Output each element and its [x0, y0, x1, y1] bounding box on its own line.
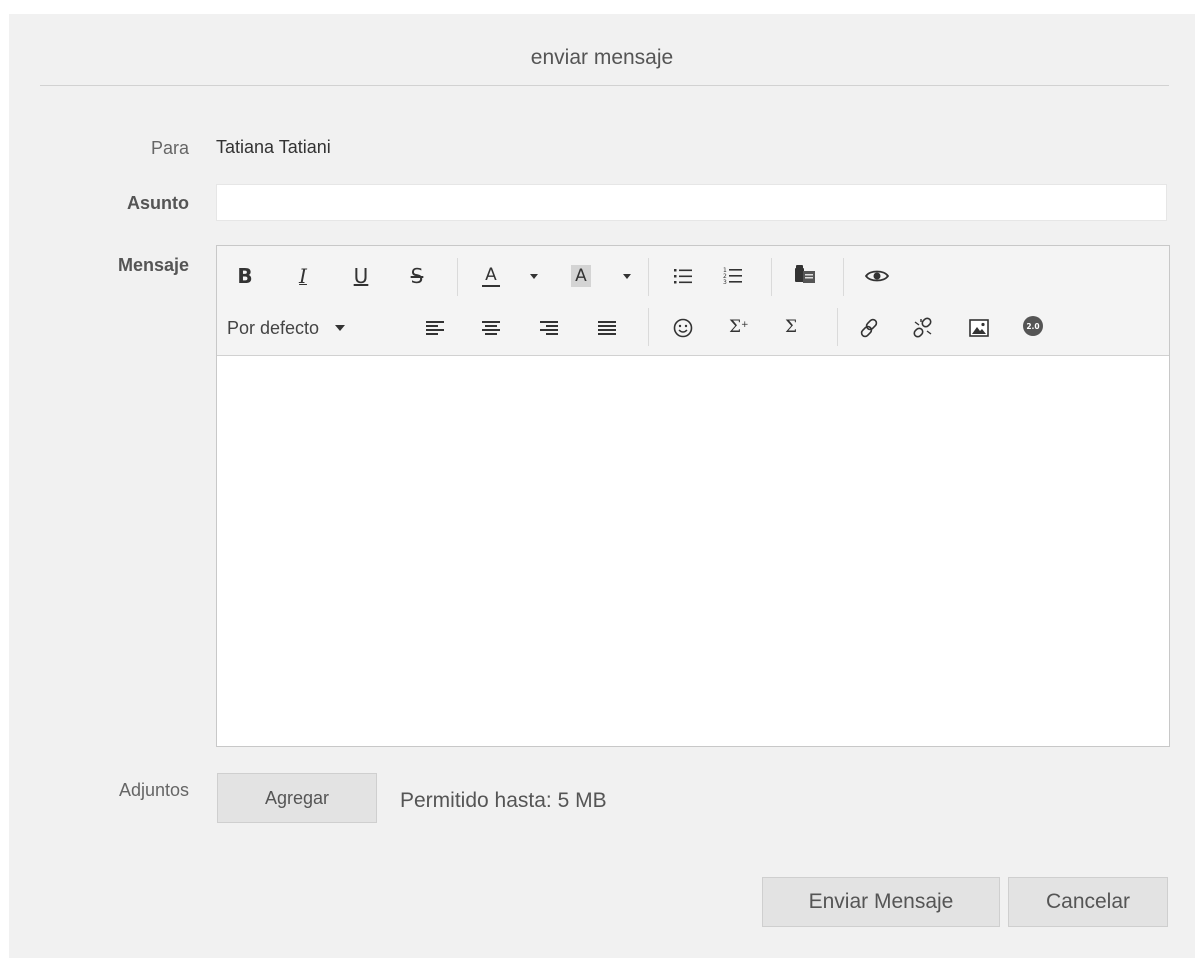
unlink-button[interactable] — [907, 312, 939, 344]
font-size-value: Por defecto — [227, 317, 320, 338]
align-center-icon — [482, 321, 500, 335]
align-right-button[interactable] — [533, 312, 565, 344]
web20-button[interactable]: 2.0 — [1017, 310, 1049, 342]
numbered-list-icon: 1 2 3 — [723, 267, 742, 286]
toolbar-separator — [648, 308, 649, 346]
emoji-icon — [673, 318, 693, 338]
image-button[interactable] — [963, 312, 995, 344]
text-color-dropdown-icon[interactable] — [530, 274, 538, 279]
svg-text:+: + — [741, 320, 749, 330]
font-size-dropdown[interactable]: Por defecto — [227, 314, 387, 342]
align-left-icon — [426, 321, 444, 335]
toolbar-separator — [648, 258, 649, 296]
svg-text:Σ: Σ — [785, 317, 797, 336]
underline-icon: U — [353, 264, 369, 288]
preview-button[interactable] — [861, 260, 893, 292]
toolbar-separator — [457, 258, 458, 296]
send-message-button[interactable]: Enviar Mensaje — [762, 877, 1000, 927]
message-label: Mensaje — [117, 255, 189, 275]
link-button[interactable] — [853, 312, 885, 344]
message-body-editor[interactable] — [217, 356, 1169, 746]
justify-button[interactable] — [591, 312, 623, 344]
italic-button[interactable]: I — [287, 260, 319, 292]
attachment-size-limit: Permitido hasta: 5 MB — [400, 789, 607, 812]
editor-toolbar: B I U S A A 1 2 3 Por defecto Σ + Σ 2.0 — [217, 246, 1169, 356]
bulleted-list-icon — [674, 269, 692, 284]
bold-button[interactable]: B — [229, 260, 261, 292]
text-color-button[interactable]: A — [475, 260, 507, 292]
background-color-icon: A — [571, 265, 591, 287]
cancel-button[interactable]: Cancelar — [1008, 877, 1168, 927]
send-message-dialog: enviar mensaje Para Tatiana Tatiani Asun… — [9, 14, 1195, 958]
rich-text-editor: B I U S A A 1 2 3 Por defecto Σ + Σ 2.0 — [216, 245, 1170, 747]
background-color-dropdown-icon[interactable] — [623, 274, 631, 279]
svg-text:3: 3 — [723, 279, 727, 286]
dialog-title: enviar mensaje — [530, 46, 674, 69]
unlink-icon — [913, 317, 932, 338]
attachments-label: Adjuntos — [118, 780, 189, 800]
paste-from-word-icon — [795, 265, 815, 283]
underline-button[interactable]: U — [345, 260, 377, 292]
emoji-button[interactable] — [667, 312, 699, 344]
subject-input[interactable] — [216, 184, 1167, 221]
paste-from-word-button[interactable] — [789, 258, 821, 290]
background-color-button[interactable]: A — [565, 260, 597, 292]
align-left-button[interactable] — [419, 312, 451, 344]
strikethrough-button[interactable]: S — [401, 260, 433, 292]
title-divider — [40, 85, 1169, 86]
align-right-icon — [540, 321, 558, 335]
align-center-button[interactable] — [475, 312, 507, 344]
preview-icon — [865, 270, 889, 282]
image-icon — [969, 319, 989, 337]
justify-icon — [598, 321, 616, 335]
subject-label: Asunto — [127, 193, 189, 213]
bulleted-list-button[interactable] — [667, 260, 699, 292]
sum-plus-button[interactable]: Σ + — [723, 310, 755, 342]
web20-badge-icon: 2.0 — [1023, 316, 1043, 336]
sigma-button[interactable]: Σ — [777, 310, 809, 342]
chevron-down-icon — [335, 325, 346, 331]
svg-text:Σ: Σ — [729, 317, 741, 336]
sigma-icon: Σ — [785, 317, 797, 336]
toolbar-separator — [843, 258, 844, 296]
bold-icon: B — [237, 264, 253, 288]
italic-icon: I — [299, 264, 307, 288]
recipient-name: Tatiana Tatiani — [216, 137, 331, 157]
text-color-icon: A — [482, 265, 500, 287]
sum-plus-icon: Σ + — [729, 317, 749, 336]
to-label: Para — [150, 138, 189, 158]
web20-badge-text: 2.0 — [1026, 322, 1039, 331]
strikethrough-icon: S — [410, 264, 424, 288]
link-icon — [860, 318, 878, 338]
numbered-list-button[interactable]: 1 2 3 — [717, 260, 749, 292]
add-attachment-button[interactable]: Agregar — [217, 773, 377, 823]
toolbar-separator — [771, 258, 772, 296]
toolbar-separator — [837, 308, 838, 346]
